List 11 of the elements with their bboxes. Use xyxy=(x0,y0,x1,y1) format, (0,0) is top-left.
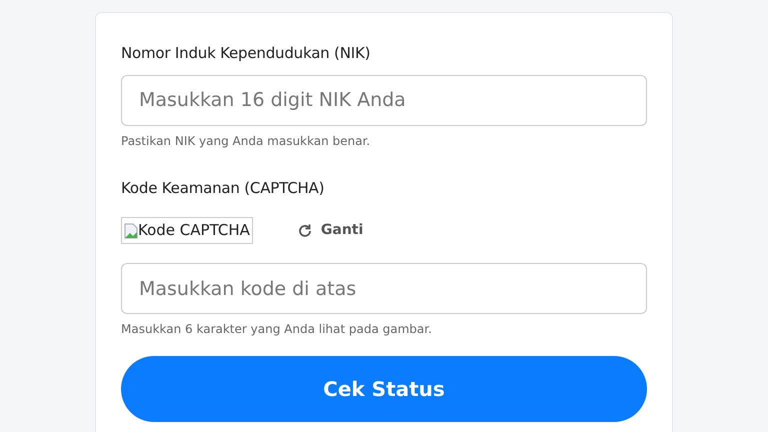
captcha-image: Kode CAPTCHA xyxy=(121,217,253,244)
help-text: Pastikan NIK yang Anda masukkan benar. xyxy=(121,132,370,150)
field-label: Kode Keamanan (CAPTCHA) xyxy=(121,178,324,198)
field-label: Nomor Induk Kependudukan (NIK) xyxy=(121,43,370,64)
help-text: Masukkan 6 karakter yang Anda lihat pada gambar. xyxy=(121,321,432,338)
nik-input-field[interactable]: Masukkan 16 digit NIK Anda xyxy=(121,74,647,126)
refresh-captcha-button[interactable]: Ganti xyxy=(296,220,364,241)
submit-button[interactable]: Cek Status xyxy=(121,356,647,422)
refresh-icon xyxy=(296,222,313,238)
broken-image-icon xyxy=(124,222,138,238)
captcha-input-field[interactable]: Masukkan kode di atas xyxy=(121,263,647,314)
